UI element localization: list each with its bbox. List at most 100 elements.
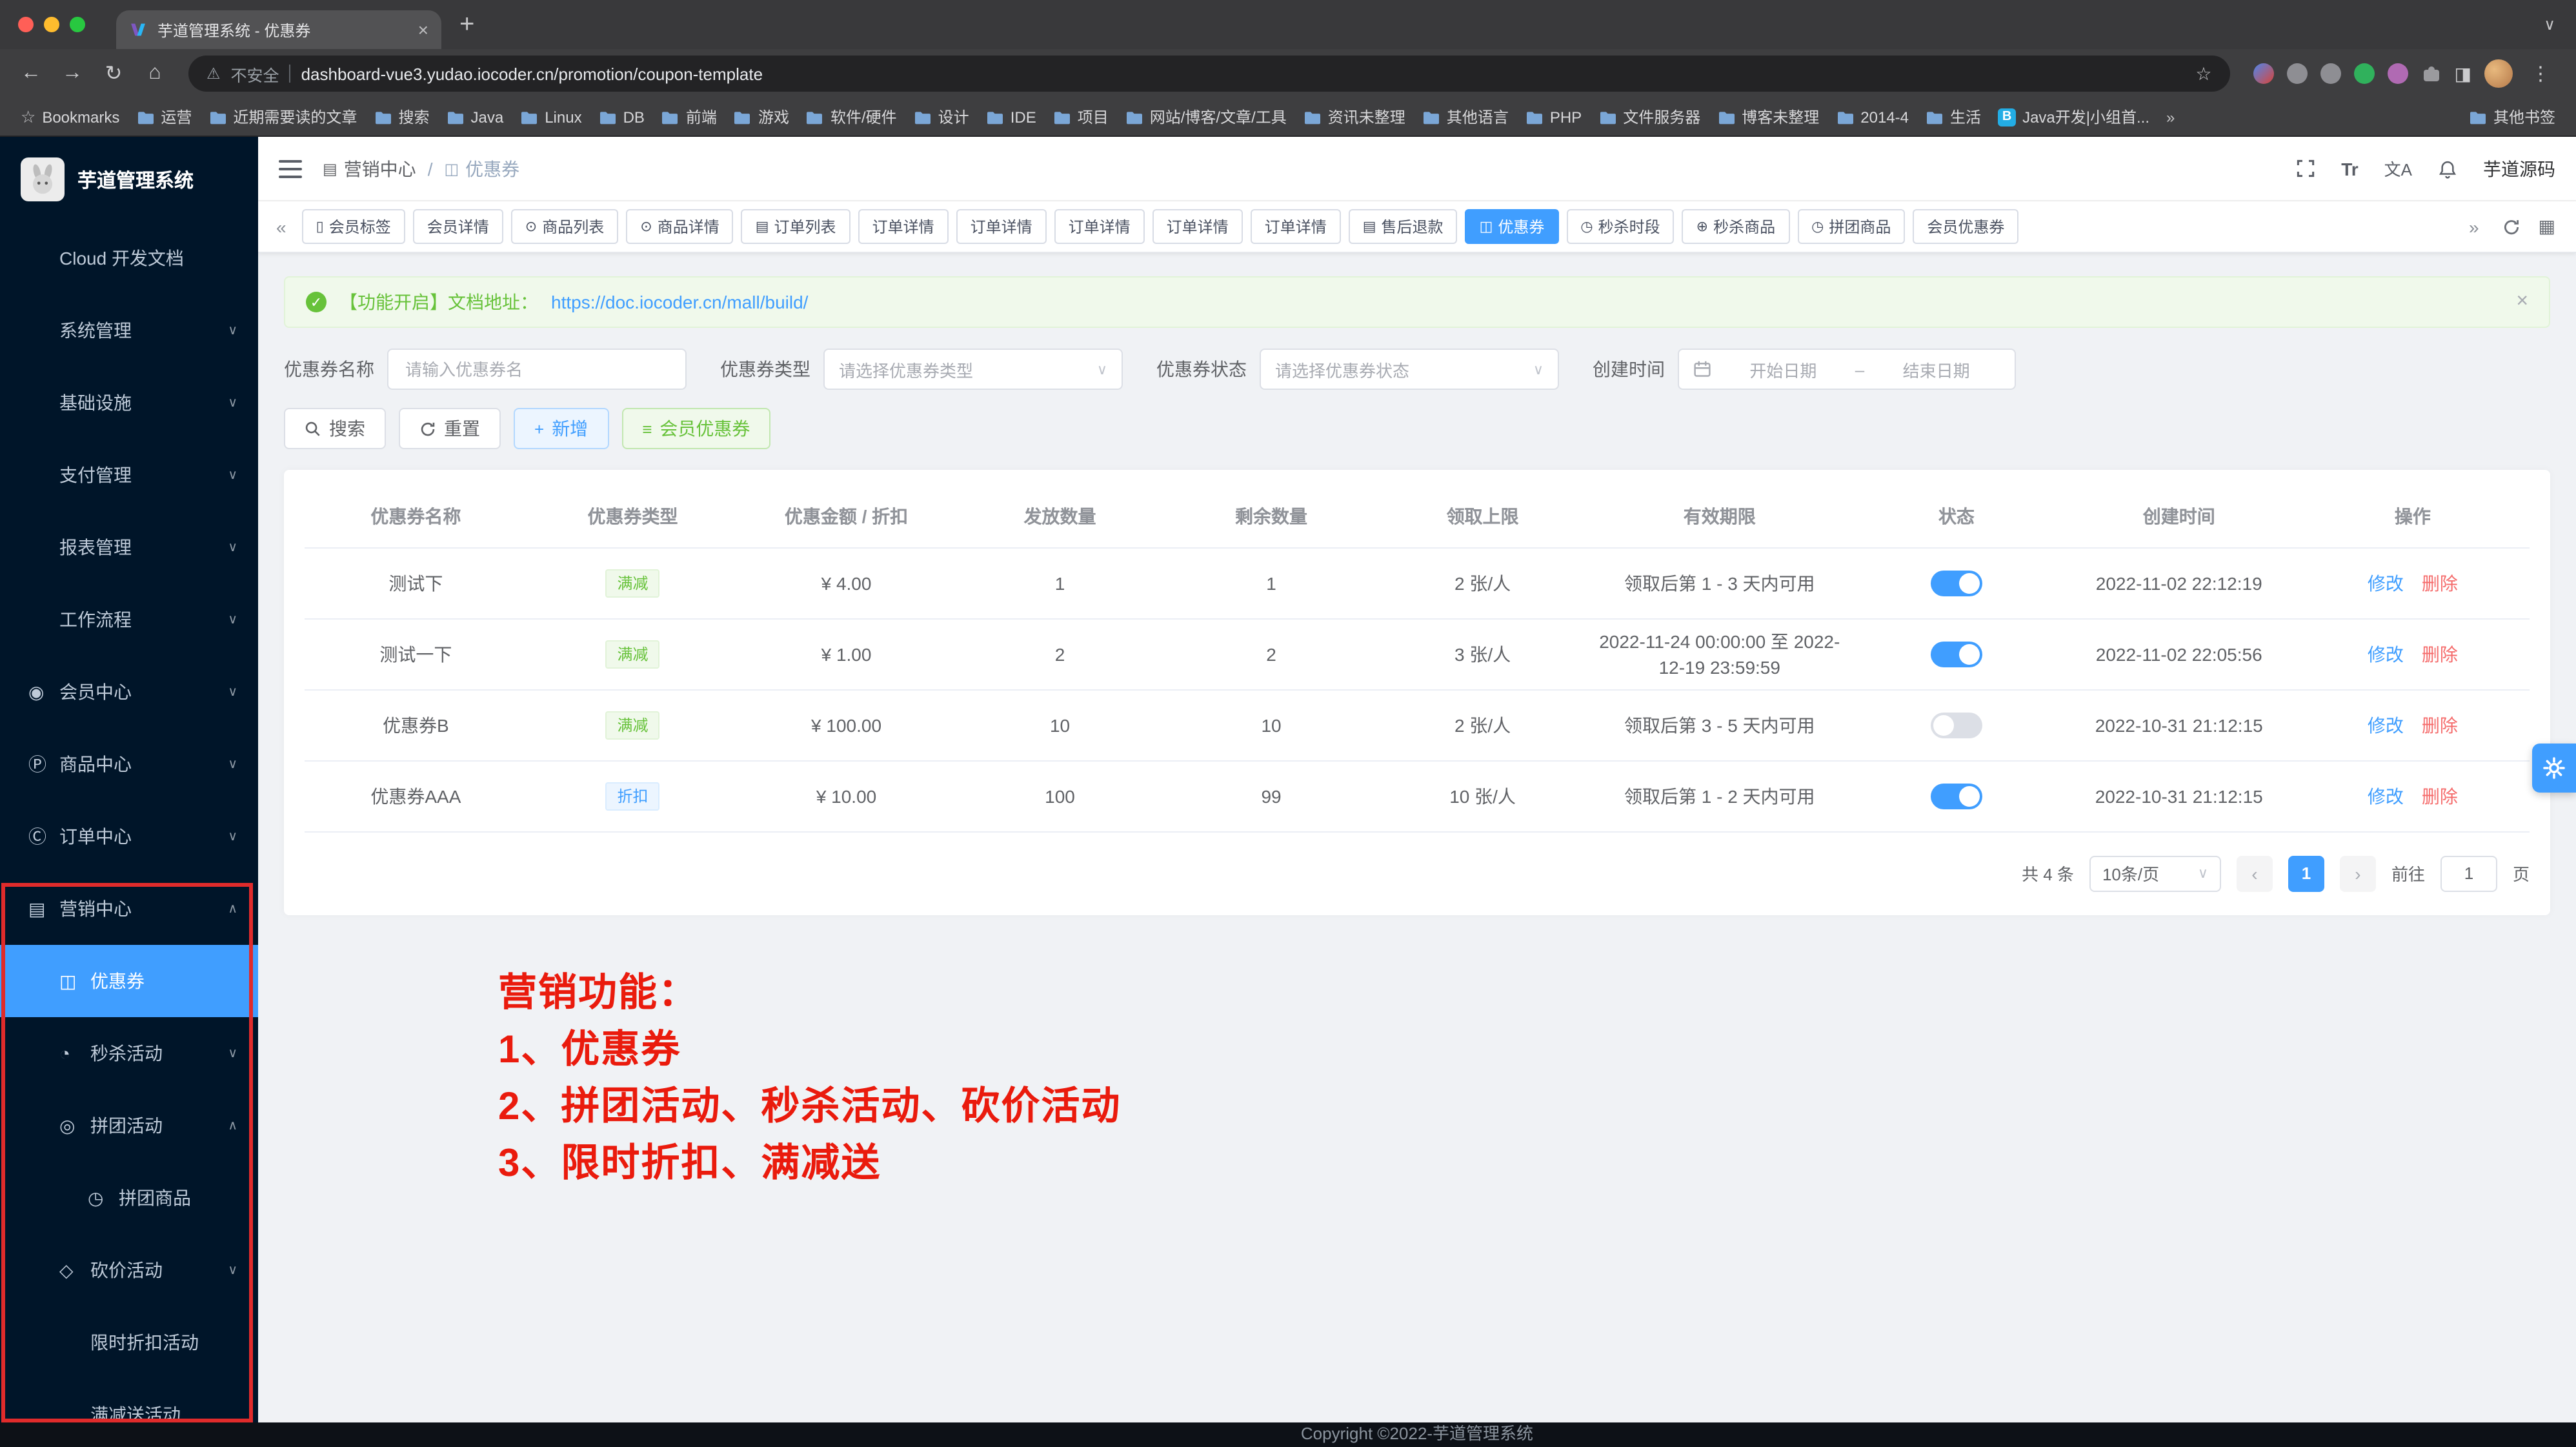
- sidebar-menu-item[interactable]: ▤ 营销中心 ∧: [0, 873, 258, 945]
- profile-avatar[interactable]: [2484, 59, 2513, 88]
- sidebar-menu-item[interactable]: ◫ 优惠券: [0, 945, 258, 1017]
- delete-link[interactable]: 删除: [2422, 643, 2458, 664]
- tab-close-icon[interactable]: ×: [418, 19, 428, 40]
- home-button[interactable]: ⌂: [137, 56, 173, 92]
- extensions-puzzle-icon[interactable]: [2421, 63, 2442, 84]
- coupon-type-select[interactable]: 请选择优惠券类型 ∨: [823, 349, 1123, 390]
- status-toggle[interactable]: [1931, 642, 1982, 667]
- tags-scroll-right-icon[interactable]: »: [2464, 216, 2484, 237]
- tags-scroll-left-icon[interactable]: «: [271, 216, 292, 237]
- search-button[interactable]: 搜索: [284, 408, 386, 449]
- bell-icon[interactable]: [2438, 158, 2457, 179]
- bookmark-folder[interactable]: DB: [591, 104, 652, 130]
- edit-link[interactable]: 修改: [2368, 572, 2404, 593]
- bookmark-folder[interactable]: IDE: [978, 104, 1044, 130]
- sidebar-menu-item[interactable]: ◔ 秒杀活动 ∨: [0, 1017, 258, 1089]
- next-page-button[interactable]: ›: [2340, 855, 2376, 891]
- tags-view-tab[interactable]: ⊕ 秒杀商品: [1682, 209, 1789, 244]
- bookmark-folder[interactable]: 设计: [906, 102, 977, 132]
- sidebar-menu-item[interactable]: 报表管理 ∨: [0, 511, 258, 583]
- settings-gear-button[interactable]: [2532, 744, 2576, 793]
- tags-view-tab[interactable]: 订单详情: [1054, 209, 1145, 244]
- tags-view-tab[interactable]: 会员优惠券: [1913, 209, 2018, 244]
- goto-page-input[interactable]: [2440, 855, 2497, 891]
- sidebar-menu-item[interactable]: Ⓟ 商品中心 ∨: [0, 728, 258, 800]
- bookmark-folder[interactable]: 网站/博客/文章/工具: [1118, 102, 1294, 132]
- hamburger-icon[interactable]: [279, 158, 302, 179]
- current-page-button[interactable]: 1: [2288, 855, 2324, 891]
- bookmark-folder[interactable]: 近期需要读的文章: [201, 102, 365, 132]
- delete-link[interactable]: 删除: [2422, 785, 2458, 806]
- coupon-name-input[interactable]: [387, 349, 687, 390]
- sidebar-menu-item[interactable]: 支付管理 ∨: [0, 439, 258, 511]
- sidebar-menu-item[interactable]: Ⓒ 订单中心 ∨: [0, 800, 258, 873]
- date-range-picker[interactable]: 开始日期 – 结束日期: [1678, 349, 2016, 390]
- tags-layout-icon[interactable]: ▦: [2539, 216, 2555, 238]
- prev-page-button[interactable]: ‹: [2237, 855, 2273, 891]
- extension-icon[interactable]: [2287, 63, 2308, 84]
- tags-view-tab[interactable]: ⊙ 商品列表: [511, 209, 618, 244]
- bookmark-folder[interactable]: 软件/硬件: [798, 102, 905, 132]
- bookmarks-root[interactable]: ☆ Bookmarks: [13, 103, 127, 131]
- reset-button[interactable]: 重置: [399, 408, 501, 449]
- bookmark-star-icon[interactable]: ☆: [2195, 63, 2211, 85]
- breadcrumb-item[interactable]: ▤ 营销中心: [323, 156, 416, 181]
- extension-icon[interactable]: [2388, 63, 2408, 84]
- extension-icon[interactable]: [2253, 63, 2274, 84]
- delete-link[interactable]: 删除: [2422, 714, 2458, 735]
- bookmark-folder[interactable]: PHP: [1518, 104, 1589, 130]
- window-close-button[interactable]: [18, 17, 34, 32]
- user-menu[interactable]: 芋道源码: [2483, 156, 2555, 181]
- reload-button[interactable]: ↻: [96, 56, 132, 92]
- edit-link[interactable]: 修改: [2368, 714, 2404, 735]
- delete-link[interactable]: 删除: [2422, 572, 2458, 593]
- tags-view-tab[interactable]: ▯ 会员标签: [302, 209, 405, 244]
- sidebar-menu-item[interactable]: Cloud 开发文档: [0, 222, 258, 294]
- sidebar-menu-item[interactable]: 系统管理 ∨: [0, 294, 258, 367]
- sidebar-menu-item[interactable]: ◎ 拼团活动 ∧: [0, 1089, 258, 1162]
- bookmark-folder[interactable]: 前端: [654, 102, 725, 132]
- sidebar-menu-item[interactable]: ◉ 会员中心 ∨: [0, 656, 258, 728]
- bookmarks-overflow-chevron[interactable]: »: [2158, 108, 2182, 126]
- status-toggle[interactable]: [1931, 713, 1982, 738]
- doc-link[interactable]: https://doc.iocoder.cn/mall/build/: [551, 292, 808, 312]
- bookmark-folder[interactable]: 生活: [1918, 102, 1989, 132]
- coupon-status-select[interactable]: 请选择优惠券状态 ∨: [1260, 349, 1559, 390]
- bookmark-folder[interactable]: 文件服务器: [1591, 102, 1708, 132]
- bookmark-item[interactable]: B Java开发|小组首...: [1990, 102, 2157, 132]
- bookmark-folder[interactable]: 运营: [128, 102, 199, 132]
- side-panel-icon[interactable]: ◨: [2455, 63, 2471, 85]
- browser-menu-icon[interactable]: ⋮: [2531, 62, 2550, 85]
- tags-view-tab[interactable]: 订单详情: [1251, 209, 1341, 244]
- sidebar-menu-item[interactable]: ◇ 砍价活动 ∨: [0, 1234, 258, 1306]
- edit-link[interactable]: 修改: [2368, 643, 2404, 664]
- tags-view-tab[interactable]: 会员详情: [413, 209, 503, 244]
- bookmark-folder[interactable]: 2014-4: [1828, 104, 1917, 130]
- status-toggle[interactable]: [1931, 571, 1982, 596]
- extension-icon[interactable]: [2320, 63, 2341, 84]
- bookmark-folder[interactable]: Java: [438, 104, 511, 130]
- page-size-select[interactable]: 10条/页 ∨: [2089, 855, 2221, 891]
- app-logo[interactable]: 芋道管理系统: [0, 137, 258, 222]
- tags-view-tab[interactable]: 订单详情: [858, 209, 949, 244]
- back-button[interactable]: ←: [13, 56, 49, 92]
- language-icon[interactable]: 文A: [2384, 156, 2412, 181]
- edit-link[interactable]: 修改: [2368, 785, 2404, 806]
- font-size-icon[interactable]: Tr: [2341, 158, 2358, 179]
- browser-tab[interactable]: 芋道管理系统 - 优惠券 ×: [116, 10, 441, 49]
- window-minimize-button[interactable]: [44, 17, 59, 32]
- sidebar-menu-item[interactable]: 限时折扣活动: [0, 1306, 258, 1379]
- new-tab-button[interactable]: +: [459, 12, 474, 37]
- bookmark-folder[interactable]: 其他语言: [1414, 102, 1516, 132]
- tags-view-tab[interactable]: ▤ 售后退款: [1349, 209, 1458, 244]
- close-icon[interactable]: ×: [2516, 290, 2528, 314]
- tags-view-tab[interactable]: ◫ 优惠券: [1465, 209, 1559, 244]
- add-button[interactable]: + 新增: [514, 408, 609, 449]
- bookmark-folder[interactable]: 项目: [1045, 102, 1116, 132]
- tags-view-tab[interactable]: 订单详情: [956, 209, 1047, 244]
- tags-view-tab[interactable]: 订单详情: [1152, 209, 1243, 244]
- tags-view-tab[interactable]: ◷ 秒杀时段: [1566, 209, 1674, 244]
- address-bar[interactable]: ⚠ 不安全 dashboard-vue3.yudao.iocoder.cn/pr…: [188, 56, 2230, 92]
- bookmark-folder[interactable]: 博客未整理: [1709, 102, 1827, 132]
- bookmark-folder[interactable]: 游戏: [726, 102, 797, 132]
